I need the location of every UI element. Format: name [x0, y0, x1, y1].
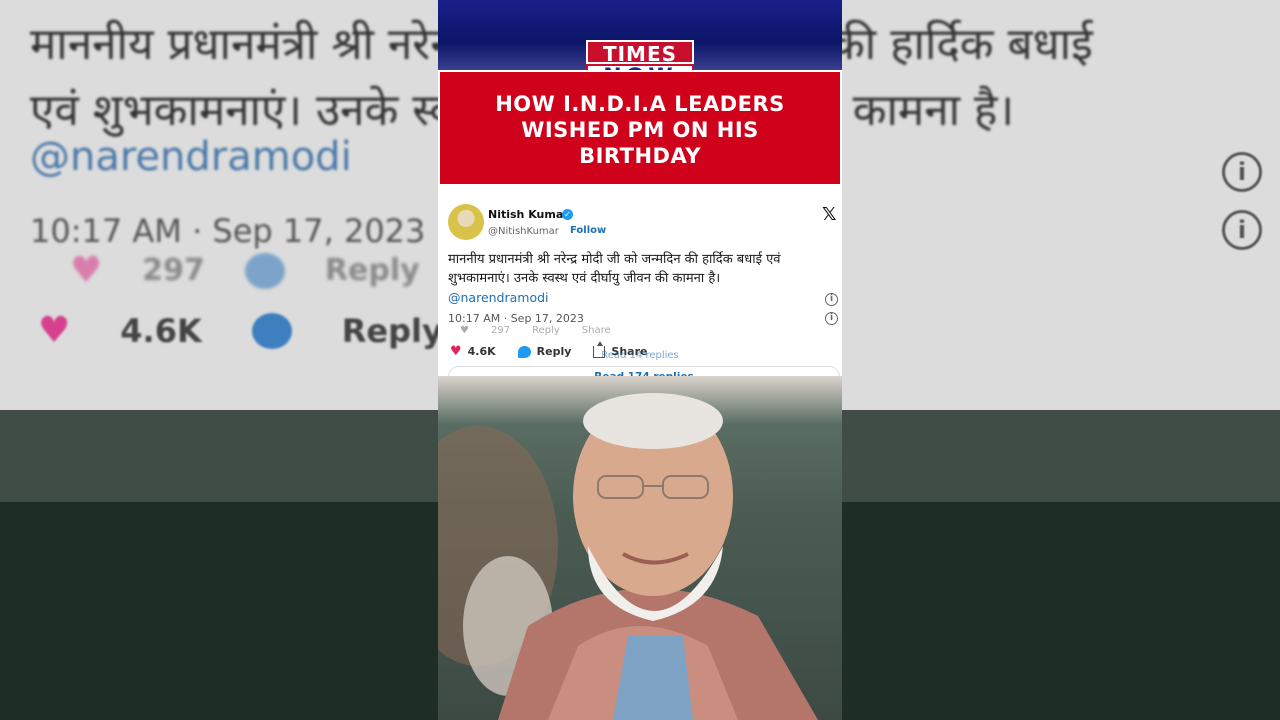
ghost-likes: 297 — [490, 325, 511, 336]
headline-line-2: WISHED PM ON HIS — [521, 118, 759, 142]
ghost-share: Share — [581, 325, 611, 336]
tweet-card: Nitish Kumar ✓ @NitishKumar Follow 𝕏 मान… — [438, 186, 842, 388]
backdrop-reply: Reply — [341, 311, 443, 350]
video-frame: TIMES NOW HOW I.N.D.I.A LEADERS WISHED P… — [438, 0, 842, 720]
tweet-text: माननीय प्रधानमंत्री श्री नरेन्द्र मोदी ज… — [448, 252, 781, 286]
photo — [438, 376, 842, 720]
info-icon[interactable]: i — [825, 312, 838, 325]
ghost-actions: ♥ 297 Reply Share — [460, 325, 611, 336]
follow-button[interactable]: Follow — [570, 225, 606, 236]
backdrop-likes: 4.6K — [120, 311, 202, 350]
tweet-timestamp[interactable]: 10:17 AM · Sep 17, 2023 — [448, 312, 584, 325]
avatar[interactable] — [448, 204, 484, 240]
backdrop-timestamp: 10:17 AM · Sep 17, 2023 — [30, 212, 426, 250]
logo-times-text: TIMES — [586, 40, 694, 66]
ghost-read-replies: Read 14 replies — [601, 350, 679, 361]
ghost-heart-icon: ♥ — [460, 325, 469, 336]
backdrop-info-icon: i — [1222, 210, 1262, 250]
backdrop-faded-actions: ♥ 297 Reply — [70, 250, 420, 291]
backdrop-reply-faded: Reply — [324, 253, 420, 288]
backdrop-info-icon: i — [1222, 152, 1262, 192]
author-handle[interactable]: @NitishKumar — [488, 226, 559, 237]
author-name[interactable]: Nitish Kumar — [488, 208, 569, 221]
info-icon[interactable]: i — [825, 293, 838, 306]
x-logo-icon[interactable]: 𝕏 — [822, 204, 837, 225]
backdrop-actions: ♥ 4.6K Reply — [38, 310, 443, 351]
verified-icon: ✓ — [562, 209, 573, 220]
mention-link[interactable]: @narendramodi — [448, 290, 549, 305]
ghost-reply: Reply — [532, 325, 560, 336]
portrait-illustration — [438, 393, 818, 720]
reply-icon — [251, 312, 292, 349]
heart-icon: ♥ — [70, 250, 103, 291]
backdrop-likes-faded: 297 — [142, 253, 205, 288]
headline-line-1: HOW I.N.D.I.A LEADERS — [495, 92, 785, 116]
heart-icon: ♥ — [38, 310, 71, 351]
headline-line-3: BIRTHDAY — [579, 144, 701, 168]
reply-icon — [244, 252, 285, 289]
backdrop-mention: @narendramodi — [30, 134, 352, 180]
headline-banner: HOW I.N.D.I.A LEADERS WISHED PM ON HIS B… — [438, 70, 842, 186]
